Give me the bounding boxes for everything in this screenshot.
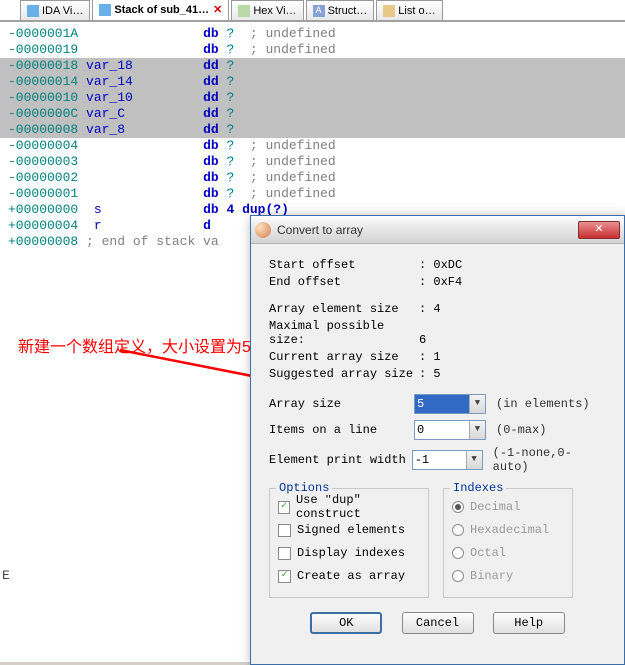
app-icon <box>255 222 271 238</box>
octal-radio <box>452 547 464 559</box>
print-width-suffix: (-1-none,0-auto) <box>493 446 606 474</box>
print-width-label: Element print width <box>269 453 412 467</box>
code-line[interactable]: -0000000C var_C dd ? <box>0 106 625 122</box>
dialog-title: Convert to array <box>277 223 578 237</box>
hex-radio <box>452 524 464 536</box>
elem-size-value: : 4 <box>419 302 441 316</box>
start-offset-value: : 0xDC <box>419 258 462 272</box>
array-size-suffix: (in elements) <box>496 397 590 411</box>
hex-label: Hexadecimal <box>470 523 549 537</box>
code-line[interactable]: -00000010 var_10 dd ? <box>0 90 625 106</box>
display-idx-label: Display indexes <box>297 546 405 560</box>
create-array-label: Create as array <box>297 569 405 583</box>
code-line[interactable]: -00000014 var_14 dd ? <box>0 74 625 90</box>
binary-radio <box>452 570 464 582</box>
dialog-titlebar[interactable]: Convert to array ✕ <box>251 216 624 244</box>
tabs-bar: IDA Vi… Stack of sub_41…✕ Hex Vi… AStruc… <box>0 0 625 22</box>
max-size-value: 6 <box>419 333 426 347</box>
indexes-group: Indexes Decimal Hexadecimal Octal Binary <box>443 488 573 598</box>
convert-to-array-dialog: Convert to array ✕ Start offset: 0xDC En… <box>250 215 625 665</box>
tab-structures[interactable]: AStruct… <box>306 0 375 20</box>
chevron-down-icon[interactable]: ▼ <box>469 395 485 413</box>
side-marker: E <box>2 568 10 583</box>
struct-icon: A <box>313 5 325 17</box>
display-idx-checkbox[interactable] <box>278 547 291 560</box>
decimal-label: Decimal <box>470 500 520 514</box>
code-line[interactable]: -00000001 db ? ; undefined <box>0 186 625 202</box>
ok-button[interactable]: OK <box>310 612 382 634</box>
dialog-close-button[interactable]: ✕ <box>578 221 620 239</box>
dup-label: Use "dup" construct <box>296 493 420 521</box>
document-icon <box>27 5 39 17</box>
elem-size-label: Array element size <box>269 302 419 316</box>
dialog-body: Start offset: 0xDC End offset: 0xF4 Arra… <box>251 244 624 648</box>
code-line[interactable]: -0000001A db ? ; undefined <box>0 26 625 42</box>
create-array-checkbox[interactable]: ✓ <box>278 570 291 583</box>
array-size-input[interactable]: 5▼ <box>414 394 486 414</box>
options-title: Options <box>276 481 332 495</box>
signed-checkbox[interactable] <box>278 524 291 537</box>
sug-size-label: Suggested array size <box>269 367 419 381</box>
code-line[interactable]: -00000002 db ? ; undefined <box>0 170 625 186</box>
cur-size-label: Current array size <box>269 350 419 364</box>
hex-icon <box>238 5 250 17</box>
items-line-suffix: (0-max) <box>496 423 546 437</box>
octal-label: Octal <box>470 546 506 560</box>
array-size-label: Array size <box>269 397 414 411</box>
document-icon <box>99 4 111 16</box>
sug-size-value: : 5 <box>419 367 441 381</box>
tab-list[interactable]: List o… <box>376 0 442 20</box>
tab-hex-view[interactable]: Hex Vi… <box>231 0 303 20</box>
tab-ida-view[interactable]: IDA Vi… <box>20 0 90 20</box>
tab-stack[interactable]: Stack of sub_41…✕ <box>92 0 229 20</box>
chevron-down-icon[interactable]: ▼ <box>469 421 485 439</box>
code-line[interactable]: -00000003 db ? ; undefined <box>0 154 625 170</box>
max-size-label: Maximal possible size: <box>269 319 419 347</box>
items-line-input[interactable]: 0▼ <box>414 420 486 440</box>
code-line[interactable]: -00000004 db ? ; undefined <box>0 138 625 154</box>
dup-checkbox[interactable]: ✓ <box>278 501 290 514</box>
code-line[interactable]: -00000008 var_8 dd ? <box>0 122 625 138</box>
decimal-radio <box>452 501 464 513</box>
indexes-title: Indexes <box>450 481 506 495</box>
close-icon[interactable]: ✕ <box>213 3 222 16</box>
items-line-label: Items on a line <box>269 423 414 437</box>
code-line[interactable]: -00000018 var_18 dd ? <box>0 58 625 74</box>
cancel-button[interactable]: Cancel <box>402 612 474 634</box>
end-offset-label: End offset <box>269 275 419 289</box>
code-line[interactable]: -00000019 db ? ; undefined <box>0 42 625 58</box>
cur-size-value: : 1 <box>419 350 441 364</box>
signed-label: Signed elements <box>297 523 405 537</box>
start-offset-label: Start offset <box>269 258 419 272</box>
help-button[interactable]: Help <box>493 612 565 634</box>
chevron-down-icon[interactable]: ▼ <box>466 451 482 469</box>
print-width-input[interactable]: -1▼ <box>412 450 483 470</box>
list-icon <box>383 5 395 17</box>
binary-label: Binary <box>470 569 513 583</box>
annotation-text: 新建一个数组定义，大小设置为5 <box>18 333 251 357</box>
end-offset-value: : 0xF4 <box>419 275 462 289</box>
options-group: Options ✓Use "dup" construct Signed elem… <box>269 488 429 598</box>
